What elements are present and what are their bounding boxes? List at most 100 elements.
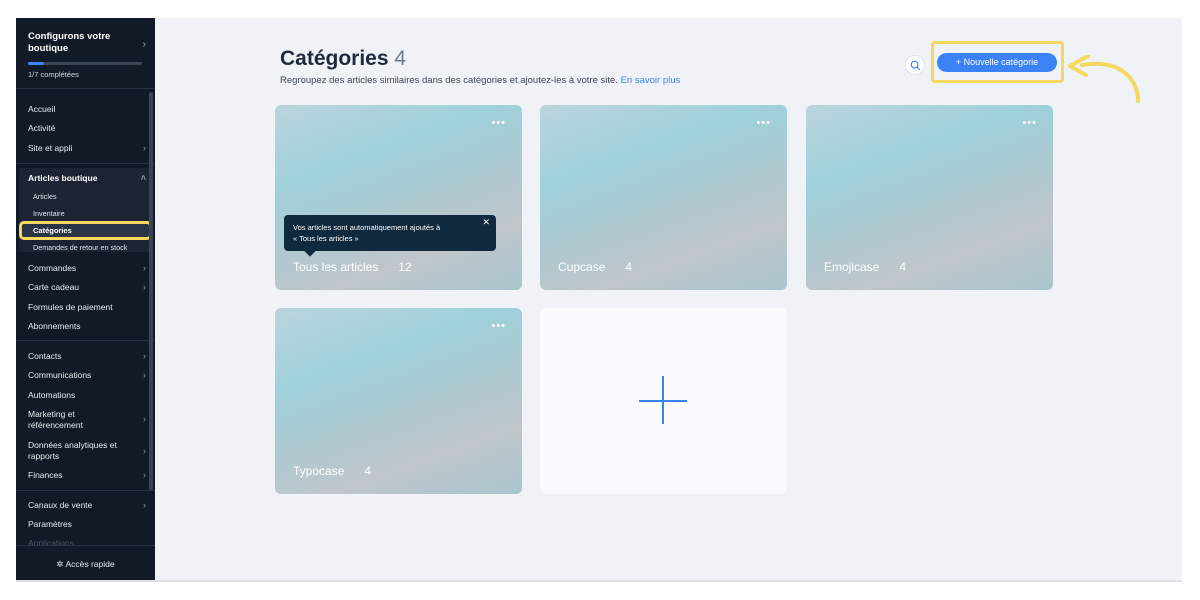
learn-more-link[interactable]: En savoir plus	[621, 75, 681, 86]
progress-fill	[28, 62, 44, 65]
category-label: Typocase 4	[293, 464, 371, 478]
chevron-right-icon: ›	[143, 282, 146, 292]
sidebar-item-finances[interactable]: Finances ›	[28, 470, 146, 481]
sidebar-item-label: Contacts	[28, 351, 62, 361]
close-icon[interactable]: ✕	[482, 217, 490, 228]
highlight-frame: + Nouvelle catégorie	[931, 41, 1064, 83]
chevron-right-icon: ›	[143, 500, 146, 510]
category-count: 4	[394, 47, 407, 70]
sidebar-subitem-inventaire[interactable]: Inventaire	[33, 209, 65, 218]
new-category-button[interactable]: + Nouvelle catégorie	[937, 53, 1057, 72]
sidebar-item-commandes[interactable]: Commandes ›	[28, 263, 146, 274]
divider	[16, 490, 155, 491]
search-icon	[910, 60, 921, 71]
quick-access-button[interactable]: ✲ Accès rapide	[16, 559, 155, 570]
subtitle-text: Regroupez des articles similaires dans d…	[280, 75, 618, 86]
category-name: Typocase	[293, 464, 345, 478]
progress-label: 1/7 complétées	[28, 70, 79, 79]
chevron-up-icon: ˄	[140, 173, 146, 183]
top-white-block	[657, 0, 733, 18]
chevron-right-icon: ›	[143, 470, 146, 480]
more-dots-icon[interactable]: •••	[491, 320, 506, 332]
top-white-block	[860, 0, 943, 18]
chevron-right-icon: ›	[142, 39, 146, 50]
category-name: Tous les articles	[293, 260, 379, 274]
category-card-emojicase[interactable]: ••• Emojicase 4	[806, 105, 1053, 290]
divider	[16, 340, 155, 341]
setup-title: Configurons votre boutique	[28, 31, 111, 54]
category-label: Tous les articles 12	[293, 260, 412, 274]
sidebar-subitem-demandes[interactable]: Demandes de retour en stock	[33, 243, 127, 252]
top-white-block	[1134, 0, 1178, 18]
sidebar-item-abonnements[interactable]: Abonnements	[28, 321, 146, 332]
chevron-right-icon: ›	[143, 351, 146, 361]
sidebar-item-label: Abonnements	[28, 321, 81, 331]
app-frame	[16, 18, 1182, 581]
more-dots-icon[interactable]: •••	[756, 117, 771, 129]
sidebar-item-accueil[interactable]: Accueil	[28, 104, 146, 115]
sidebar-item-label: Carte cadeau	[28, 282, 80, 292]
chevron-right-icon: ›	[143, 263, 146, 273]
sidebar-item-site[interactable]: Site et appli ›	[28, 143, 146, 154]
more-dots-icon[interactable]: •••	[1022, 117, 1037, 129]
sidebar-item-label: Automations	[28, 390, 76, 400]
sidebar-item-marketing[interactable]: Marketing et référencement	[28, 409, 128, 431]
divider	[16, 88, 155, 89]
category-label: Emojicase 4	[824, 260, 906, 274]
sidebar-item-label: Paramètres	[28, 519, 72, 529]
category-card-typocase[interactable]: ••• Typocase 4	[275, 308, 522, 494]
add-category-card[interactable]	[540, 308, 787, 494]
sidebar-item-label: Commandes	[28, 263, 77, 273]
sidebar-item-label: Communications	[28, 370, 92, 380]
sidebar-item-formules[interactable]: Formules de paiement	[28, 302, 146, 313]
tooltip-text: « Tous les articles »	[293, 234, 359, 243]
sidebar-item-label: Site et appli	[28, 143, 73, 153]
tooltip-text: Vos articles sont automatiquement ajouté…	[293, 223, 441, 232]
bottom-divider	[16, 580, 1182, 582]
sidebar-item-label: Données analytiques et rapports	[28, 440, 117, 461]
category-name: Emojicase	[824, 260, 880, 274]
sidebar-item-label: Marketing et référencement	[28, 409, 83, 430]
chevron-right-icon: ›	[143, 143, 146, 153]
pointer-arrow-icon	[1068, 55, 1140, 103]
category-card-tous[interactable]: ••• Tous les articles 12	[275, 105, 522, 290]
sidebar-item-label: Articles boutique	[28, 173, 98, 183]
sidebar-item-label: Canaux de vente	[28, 500, 93, 510]
category-card-cupcase[interactable]: ••• Cupcase 4	[540, 105, 787, 290]
sidebar-item-canaux[interactable]: Canaux de vente ›	[28, 500, 146, 511]
sidebar-item-label: Accueil	[28, 104, 56, 114]
sidebar-item-label: Finances	[28, 470, 63, 480]
sidebar-item-carte-cadeau[interactable]: Carte cadeau ›	[28, 282, 146, 293]
sidebar-item-contacts[interactable]: Contacts ›	[28, 351, 146, 362]
page-title-text: Catégories	[280, 47, 389, 70]
sidebar-item-donnees[interactable]: Données analytiques et rapports	[28, 440, 128, 462]
category-item-count: 4	[364, 464, 372, 478]
category-name: Cupcase	[558, 260, 606, 274]
sidebar-item-activite[interactable]: Activité	[28, 123, 146, 134]
category-item-count: 4	[625, 260, 633, 274]
chevron-right-icon: ›	[143, 370, 146, 380]
sidebar-item-label: Formules de paiement	[28, 302, 113, 312]
sidebar-item-label: Activité	[28, 123, 56, 133]
setup-panel[interactable]: Configurons votre boutique ›	[28, 31, 146, 55]
category-item-count: 12	[398, 260, 412, 274]
divider	[16, 163, 155, 164]
sidebar-item-parametres[interactable]: Paramètres	[28, 519, 146, 530]
sidebar-subitem-articles[interactable]: Articles	[33, 192, 57, 201]
more-dots-icon[interactable]: •••	[491, 117, 506, 129]
sidebar-item-communications[interactable]: Communications ›	[28, 370, 146, 381]
sidebar-scrollbar[interactable]	[149, 92, 153, 490]
sidebar-subitem-categories[interactable]: Catégories	[19, 221, 152, 240]
search-button[interactable]	[905, 55, 925, 75]
setup-progress-bar	[28, 62, 142, 65]
category-item-count: 4	[899, 260, 907, 274]
page-subtitle: Regroupez des articles similaires dans d…	[280, 75, 680, 86]
category-label: Cupcase 4	[558, 260, 632, 274]
quick-access-label: Accès rapide	[65, 559, 115, 569]
sidebar-item-articles-boutique[interactable]: Articles boutique ˄	[28, 173, 146, 184]
sidebar-item-automations[interactable]: Automations	[28, 390, 146, 401]
sidebar-item-label: Catégories	[33, 226, 72, 235]
info-tooltip: Vos articles sont automatiquement ajouté…	[284, 215, 496, 257]
page-title: Catégories 4	[280, 47, 406, 71]
quick-access-bar: ✲ Accès rapide	[16, 545, 155, 581]
